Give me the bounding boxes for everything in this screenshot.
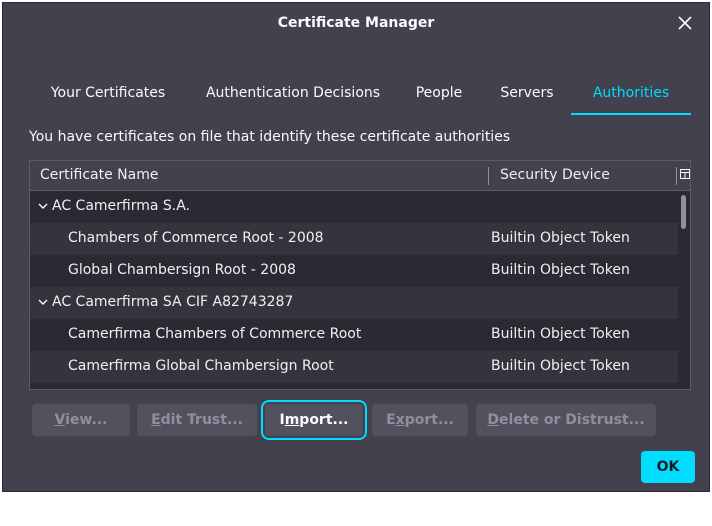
button-label-start: E — [386, 412, 396, 428]
security-device: Builtin Object Token — [491, 262, 630, 278]
button-mnemonic: D — [487, 412, 500, 428]
scrollbar-thumb[interactable] — [681, 195, 686, 229]
tree-row[interactable]: Camerfirma Chambers of Commerce Root Bui… — [30, 319, 678, 351]
button-label: port... — [404, 412, 454, 428]
security-device: Builtin Object Token — [491, 230, 630, 246]
chevron-down-icon[interactable] — [38, 201, 48, 211]
certificate-name: Camerfirma Global Chambersign Root — [68, 358, 334, 374]
close-button[interactable] — [675, 13, 695, 33]
button-mnemonic: V — [54, 412, 66, 428]
vertical-scrollbar[interactable] — [678, 191, 690, 389]
close-icon — [678, 16, 692, 30]
column-header-certificate-name[interactable]: Certificate Name — [40, 167, 158, 183]
tree-row[interactable]: Camerfirma Global Chambersign Root Built… — [30, 351, 678, 383]
dialog-title: Certificate Manager — [277, 15, 435, 31]
description-text: You have certificates on file that ident… — [29, 129, 511, 145]
tree-rows: AC Camerfirma S.A. Chambers of Commerce … — [30, 191, 678, 383]
button-mnemonic: x — [395, 412, 405, 428]
button-label: iew... — [65, 412, 108, 428]
tree-group-row[interactable]: AC Camerfirma SA CIF A82743287 — [30, 287, 678, 319]
certificate-name: Camerfirma Chambers of Commerce Root — [68, 326, 362, 342]
tree-header: Certificate Name Security Device — [30, 161, 690, 191]
button-label: port... — [299, 412, 349, 428]
import-button[interactable]: Import... — [261, 400, 367, 440]
tab-people[interactable]: People — [403, 73, 475, 115]
export-button[interactable]: Export... — [372, 404, 468, 436]
security-device: Builtin Object Token — [491, 358, 630, 374]
button-label: dit Trust... — [160, 412, 243, 428]
tree-group-row[interactable]: AC Camerfirma S.A. — [30, 191, 678, 223]
column-divider[interactable] — [676, 167, 677, 185]
certificate-name: Chambers of Commerce Root - 2008 — [68, 230, 324, 246]
edit-trust-button[interactable]: Edit Trust... — [137, 404, 257, 436]
button-mnemonic: E — [151, 412, 161, 428]
tree-row[interactable]: Global Chambersign Root - 2008 Builtin O… — [30, 255, 678, 287]
button-label: elete or Distrust... — [499, 412, 645, 428]
tab-strip: Your Certificates Authentication Decisio… — [31, 73, 691, 115]
chevron-down-icon[interactable] — [38, 297, 48, 307]
group-label: AC Camerfirma SA CIF A82743287 — [52, 294, 294, 310]
certificate-tree[interactable]: Certificate Name Security Device AC Came… — [29, 160, 691, 390]
tab-servers[interactable]: Servers — [489, 73, 565, 115]
delete-or-distrust-button[interactable]: Delete or Distrust... — [476, 404, 656, 436]
certificate-name: Global Chambersign Root - 2008 — [68, 262, 296, 278]
security-device: Builtin Object Token — [491, 326, 630, 342]
button-mnemonic: m — [284, 412, 300, 428]
tab-your-certificates[interactable]: Your Certificates — [31, 73, 185, 115]
column-divider[interactable] — [488, 167, 489, 185]
view-button[interactable]: View... — [32, 404, 130, 436]
tab-authorities[interactable]: Authorities — [571, 73, 691, 115]
column-picker-icon[interactable] — [680, 169, 690, 179]
group-label: AC Camerfirma S.A. — [52, 198, 191, 214]
certificate-manager-dialog: Certificate Manager Your Certificates Au… — [2, 2, 710, 492]
ok-button[interactable]: OK — [641, 451, 695, 483]
column-header-security-device[interactable]: Security Device — [500, 167, 610, 183]
tree-row[interactable]: Chambers of Commerce Root - 2008 Builtin… — [30, 223, 678, 255]
tab-authentication-decisions[interactable]: Authentication Decisions — [199, 73, 387, 115]
